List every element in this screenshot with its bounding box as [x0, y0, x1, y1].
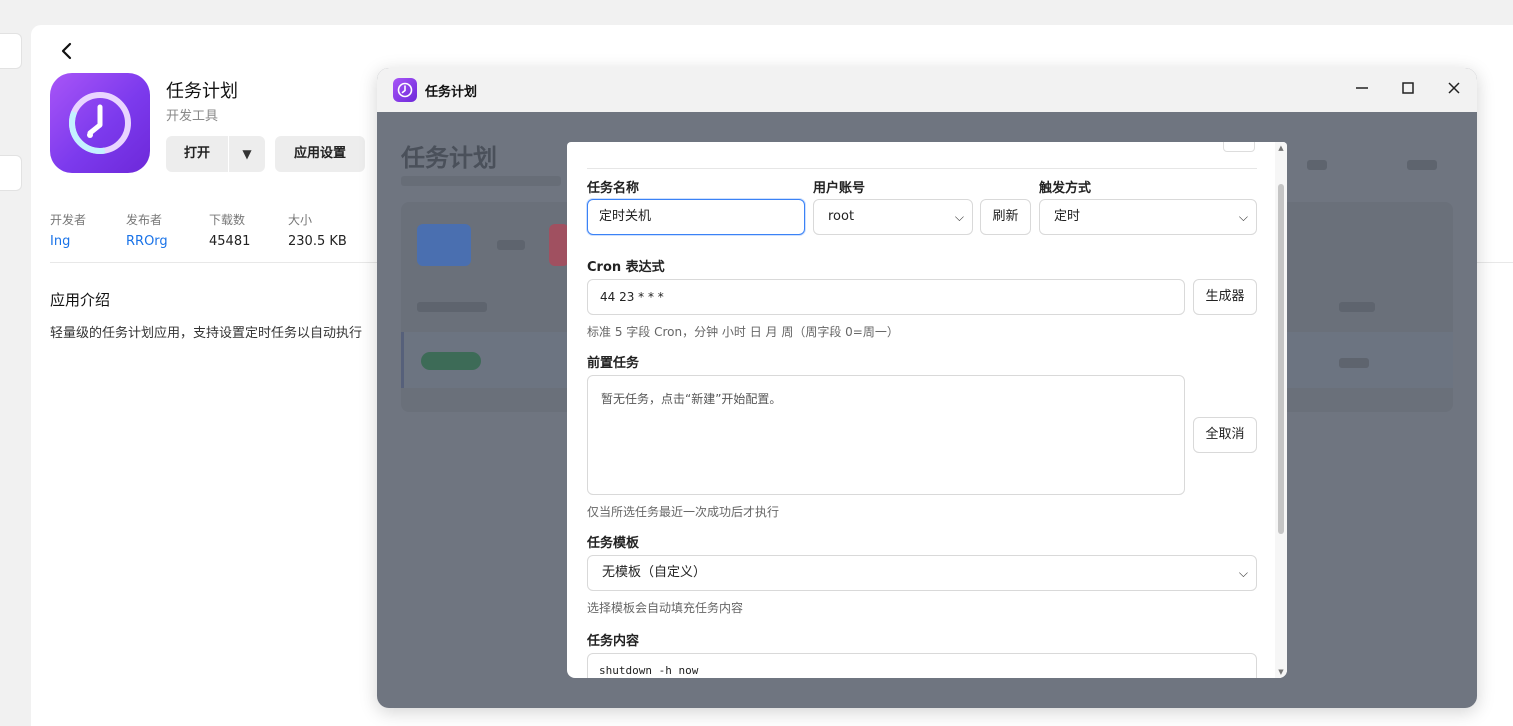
stat-label: 发布者 [126, 213, 163, 227]
window-app-icon [393, 78, 417, 102]
template-hint: 选择模板会自动填充任务内容 [587, 601, 744, 615]
cron-hint: 标准 5 字段 Cron，分钟 小时 日 月 周（周字段 0=周一） [587, 325, 899, 339]
stat-label: 开发者 [50, 213, 87, 227]
window-title: 任务计划 [425, 85, 478, 100]
background-subtitle [401, 176, 561, 186]
background-blob [417, 302, 487, 312]
intro-title: 应用介绍 [50, 291, 111, 309]
window-titlebar[interactable]: 任务计划 [377, 68, 1477, 112]
dialog-scroll-thumb[interactable] [1278, 184, 1284, 534]
stat-developer: 开发者 Ing [50, 211, 86, 249]
dialog-top-button[interactable] [1223, 142, 1255, 152]
chevron-down-icon: ⌵ [1238, 566, 1248, 580]
back-button[interactable] [57, 41, 77, 61]
deselect-all-button[interactable]: 全取消 [1193, 417, 1257, 453]
stat-value: 230.5 KB [288, 234, 347, 249]
task-content-label: 任务内容 [587, 634, 640, 649]
template-select-value: 无模板（自定义） [602, 565, 707, 580]
clock-icon [69, 92, 131, 154]
intro-text: 轻量级的任务计划应用，支持设置定时任务以自动执行 [50, 326, 363, 341]
background-blob [497, 240, 525, 250]
task-edit-dialog: 任务名称 定时关机 用户账号 root ⌵ 刷新 触发方式 定时 ⌵ Cron … [567, 142, 1287, 678]
pre-task-empty-text: 暂无任务，点击“新建”开始配置。 [601, 392, 782, 406]
background-blob [1307, 160, 1327, 170]
chevron-left-icon [61, 42, 72, 60]
divider [587, 168, 1257, 169]
stat-label: 大小 [288, 213, 313, 227]
task-content-editor[interactable]: shutdown -h now [587, 653, 1257, 678]
template-select[interactable]: 无模板（自定义） ⌵ [587, 555, 1257, 591]
close-button[interactable] [1442, 78, 1466, 102]
user-select[interactable]: root ⌵ [813, 199, 973, 235]
user-select-value: root [828, 209, 855, 224]
maximize-icon [1402, 82, 1414, 94]
trigger-select-value: 定时 [1054, 209, 1081, 224]
template-label: 任务模板 [587, 536, 640, 551]
trigger-label: 触发方式 [1039, 181, 1092, 196]
scroll-up-icon[interactable]: ▲ [1277, 144, 1285, 152]
nav-search-stub[interactable] [0, 33, 22, 69]
stat-downloads: 下载数 45481 [209, 211, 250, 249]
task-name-label: 任务名称 [587, 181, 640, 196]
developer-link[interactable]: Ing [50, 234, 86, 249]
scroll-down-icon[interactable]: ▼ [1277, 668, 1285, 676]
background-button [417, 224, 471, 266]
app-icon [50, 73, 150, 173]
minimize-icon [1356, 87, 1368, 89]
background-status-pill [421, 352, 481, 370]
chevron-down-icon: ⌵ [954, 210, 964, 224]
background-blob [1339, 358, 1369, 368]
task-name-input[interactable]: 定时关机 [587, 199, 805, 235]
background-page-title: 任务计划 [401, 144, 497, 172]
pre-task-label: 前置任务 [587, 356, 640, 371]
cron-generator-button[interactable]: 生成器 [1193, 279, 1257, 315]
app-category: 开发工具 [166, 109, 219, 124]
caret-down-icon: ▼ [242, 147, 252, 161]
user-label: 用户账号 [813, 181, 866, 196]
task-content-text: shutdown -h now [599, 664, 699, 677]
background-blob [1339, 302, 1375, 312]
clock-icon [397, 82, 413, 98]
background-blob [1407, 160, 1437, 170]
app-name: 任务计划 [166, 81, 238, 102]
minimize-button[interactable] [1350, 78, 1374, 102]
maximize-button[interactable] [1396, 78, 1420, 102]
open-button[interactable]: 打开 [166, 136, 228, 172]
chevron-down-icon: ⌵ [1238, 210, 1248, 224]
close-icon [1448, 82, 1460, 94]
pre-task-list[interactable]: 暂无任务，点击“新建”开始配置。 [587, 375, 1185, 495]
open-dropdown-button[interactable]: ▼ [229, 136, 265, 172]
stat-value: 45481 [209, 234, 251, 249]
stat-publisher: 发布者 RROrg [126, 211, 168, 249]
cron-input[interactable]: 44 23 * * * [587, 279, 1185, 315]
cron-label: Cron 表达式 [587, 260, 665, 275]
refresh-button[interactable]: 刷新 [980, 199, 1031, 235]
stat-label: 下载数 [209, 213, 246, 227]
nav-item-stub[interactable] [0, 155, 22, 191]
app-settings-button[interactable]: 应用设置 [275, 136, 365, 172]
pre-task-hint: 仅当所选任务最近一次成功后才执行 [587, 505, 780, 519]
trigger-select[interactable]: 定时 ⌵ [1039, 199, 1257, 235]
background-button [549, 224, 569, 266]
publisher-link[interactable]: RROrg [126, 234, 168, 249]
stat-size: 大小 230.5 KB [288, 211, 347, 249]
